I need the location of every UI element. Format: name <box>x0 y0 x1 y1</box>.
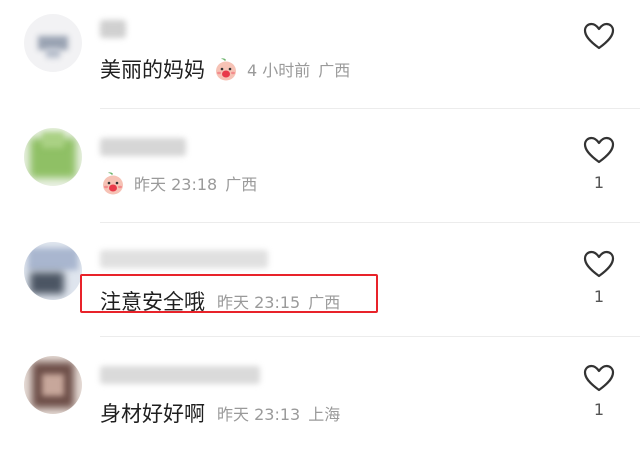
divider <box>100 108 640 109</box>
avatar[interactable] <box>24 128 82 186</box>
heart-outline-icon[interactable] <box>582 135 616 165</box>
comment-time: 昨天 23:18 <box>134 175 218 194</box>
peach-emoji-icon <box>103 172 123 195</box>
divider <box>100 336 640 337</box>
comment-time: 昨天 23:13 <box>217 405 301 424</box>
like-count: 1 <box>593 173 605 192</box>
username-blurred[interactable] <box>100 250 268 268</box>
comment-item: 昨天 23:18 广西 1 <box>0 114 640 228</box>
comment-meta: 昨天 23:18 广西 <box>134 171 257 195</box>
comment-content: 昨天 23:18 广西 <box>100 170 257 196</box>
comment-location: 上海 <box>308 405 341 424</box>
comment-location: 广西 <box>225 175 258 194</box>
comment-meta: 昨天 23:13 上海 <box>217 401 340 425</box>
heart-outline-icon[interactable] <box>582 249 616 279</box>
comment-meta: 4 小时前 广西 <box>247 57 350 81</box>
comment-text: 美丽的妈妈 <box>100 58 205 82</box>
like-count: 1 <box>593 287 605 306</box>
username-blurred[interactable] <box>100 366 260 384</box>
avatar[interactable] <box>24 14 82 72</box>
comment-item: 美丽的妈妈 4 小时前 广西 <box>0 0 640 114</box>
heart-outline-icon[interactable] <box>582 21 616 51</box>
username-blurred[interactable] <box>100 20 126 38</box>
heart-outline-icon[interactable] <box>582 363 616 393</box>
username-blurred[interactable] <box>100 138 186 156</box>
comment-content: 身材好好啊 昨天 23:13 上海 <box>100 398 340 428</box>
comment-item: 身材好好啊 昨天 23:13 上海 1 <box>0 342 640 456</box>
divider <box>100 222 640 223</box>
comment-content: 美丽的妈妈 4 小时前 广西 <box>100 54 350 84</box>
peach-emoji-icon <box>216 58 236 81</box>
like-count: 1 <box>593 400 605 419</box>
avatar[interactable] <box>24 242 82 300</box>
avatar[interactable] <box>24 356 82 414</box>
comment-text: 身材好好啊 <box>100 402 205 426</box>
highlight-box <box>80 274 378 313</box>
comment-location: 广西 <box>318 61 351 80</box>
comment-time: 4 小时前 <box>247 61 311 80</box>
